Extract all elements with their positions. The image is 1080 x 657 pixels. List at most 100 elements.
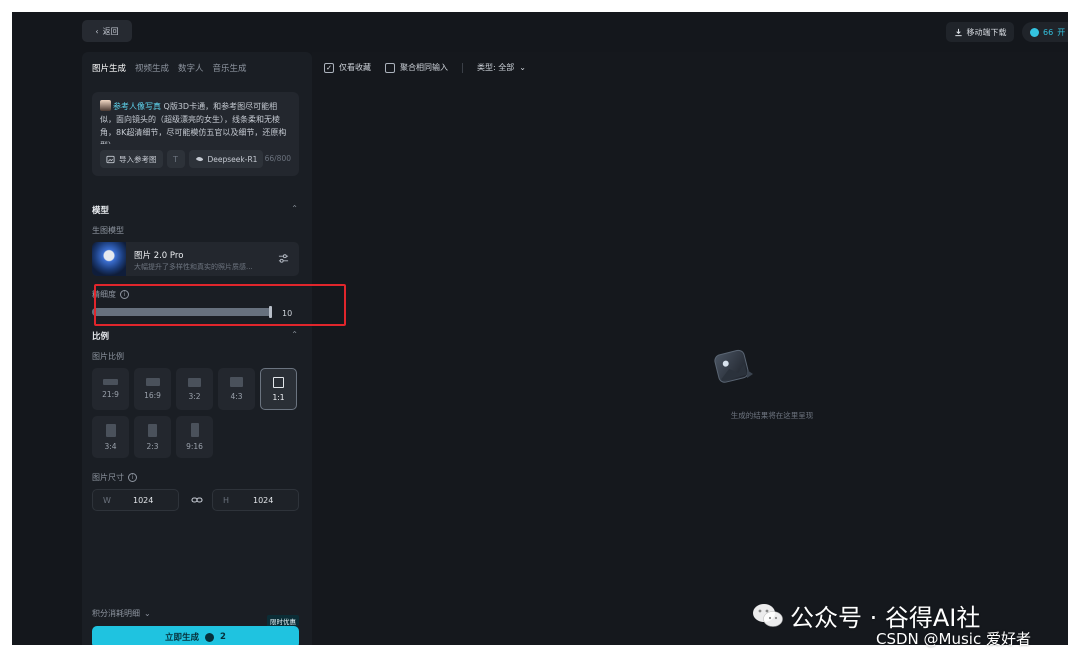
text-tool-icon: T: [173, 154, 178, 164]
model-section-title: 模型: [92, 206, 110, 216]
char-count: 66/800: [264, 154, 291, 163]
ratio-label: 16:9: [144, 391, 161, 400]
tab-image-generation[interactable]: 图片生成: [92, 62, 126, 74]
chevron-down-icon: ⌄: [519, 63, 526, 72]
points-value: 66: [1043, 27, 1054, 37]
model-description: 大幅提升了多样性和真实的照片质感...: [134, 263, 253, 271]
ratio-label: 9:16: [186, 442, 203, 451]
image-import-icon: [106, 155, 115, 163]
tab-video-generation[interactable]: 视频生成: [135, 62, 169, 74]
top-bar: ‹ 返回 移动端下载 66 开: [12, 12, 1068, 52]
prompt-toolbar: 导入参考图 T Deepseek-R1: [100, 150, 264, 168]
whale-icon: [195, 156, 203, 162]
reference-tag[interactable]: 参考人像写真: [113, 102, 161, 111]
ratio-4-3-icon: [230, 377, 243, 387]
merge-inputs-filter[interactable]: 聚合相同输入: [385, 62, 448, 73]
ratio-label: 1:1: [272, 392, 285, 402]
import-reference-button[interactable]: 导入参考图: [100, 150, 163, 168]
download-icon: [954, 28, 962, 36]
points-badge[interactable]: 66 开: [1022, 22, 1068, 42]
generate-label: 立即生成: [165, 633, 200, 643]
model-thumbnail: [92, 242, 126, 276]
generate-cost: 2: [220, 632, 226, 642]
import-reference-label: 导入参考图: [119, 154, 157, 164]
favorites-label: 仅看收藏: [339, 63, 371, 72]
ratio-sub-label: 图片比例: [92, 352, 124, 361]
deepseek-label: Deepseek-R1: [207, 154, 258, 164]
text-format-button[interactable]: T: [166, 150, 185, 168]
favorites-checkbox-icon[interactable]: ✓: [324, 62, 334, 73]
ratio-option-9-16[interactable]: 9:16: [176, 416, 213, 458]
tab-digital-human[interactable]: 数字人: [178, 62, 204, 74]
ratio-3-2-icon: [188, 377, 201, 387]
height-prefix: H: [223, 495, 230, 505]
cost-label: 积分消耗明细: [92, 609, 140, 618]
mode-tabs: 图片生成 视频生成 数字人 音乐生成: [92, 62, 247, 74]
ratio-section-title: 比例: [92, 332, 110, 342]
ratio-9-16-icon: [190, 423, 199, 437]
width-value: 1024: [133, 495, 154, 505]
ratio-option-4-3[interactable]: 4:3: [218, 368, 255, 410]
favorites-only-filter[interactable]: ✓ 仅看收藏: [324, 62, 371, 73]
csdn-watermark: CSDN @Music 爱好者: [876, 630, 1031, 648]
reference-avatar: [100, 100, 111, 111]
points-suffix: 开: [1057, 27, 1066, 37]
precision-highlight-box: [94, 284, 346, 326]
ratio-label: 4:3: [230, 392, 243, 401]
ratio-option-2-3[interactable]: 2:3: [134, 416, 171, 458]
empty-state-text: 生成的结果将在这里呈现: [730, 411, 814, 420]
cost-details-toggle[interactable]: 积分消耗明细 ⌄: [92, 608, 151, 619]
ratio-label: 3:2: [188, 391, 201, 401]
ratio-option-1-1[interactable]: 1:1: [260, 368, 297, 410]
ratio-1-1-icon: [273, 376, 284, 388]
download-label: 移动端下载: [966, 27, 1007, 37]
empty-image-icon: [714, 349, 753, 383]
credits-coin-icon: [205, 632, 215, 642]
wechat-icon: [753, 603, 783, 627]
size-label-row: 图片尺寸 i: [92, 472, 137, 483]
ratio-2-3-icon: [148, 423, 157, 437]
ratio-option-21-9[interactable]: 21:9: [92, 368, 129, 410]
ratio-16-9-icon: [145, 378, 160, 386]
deepseek-button[interactable]: Deepseek-R1: [188, 150, 264, 168]
height-field[interactable]: H 1024: [212, 489, 299, 511]
merge-label: 聚合相同输入: [400, 63, 448, 72]
ratio-option-3-2[interactable]: 3:2: [176, 368, 213, 410]
ratio-label: 21:9: [102, 390, 119, 399]
model-name: 图片 2.0 Pro: [134, 251, 184, 261]
tab-music-generation[interactable]: 音乐生成: [213, 62, 247, 74]
ratio-label: 2:3: [146, 441, 159, 451]
size-info-icon[interactable]: i: [128, 473, 137, 482]
size-label: 图片尺寸: [92, 473, 124, 482]
prompt-input[interactable]: 参考人像写真 Q版3D卡通，和参考图尽可能相似，面向镜头的（超级漂亮的女生），线…: [92, 92, 299, 176]
ratio-option-16-9[interactable]: 16:9: [134, 368, 171, 410]
type-label: 类型: 全部: [477, 63, 515, 72]
filter-divider: [462, 62, 463, 73]
width-field[interactable]: W 1024: [92, 489, 179, 511]
generation-panel: 图片生成 视频生成 数字人 音乐生成 参考人像写真 Q版3D卡通，和参考图尽可能…: [82, 52, 312, 645]
chevron-down-icon: ⌄: [144, 609, 151, 618]
type-dropdown[interactable]: 类型: 全部 ⌄: [477, 62, 526, 73]
model-sub-label: 生图模型: [92, 226, 124, 235]
merge-checkbox-icon[interactable]: [385, 62, 395, 73]
generate-button[interactable]: 立即生成 2: [92, 626, 299, 645]
results-area: ✓ 仅看收藏 聚合相同输入 类型: 全部 ⌄ 生成的结果将在这里呈现: [312, 52, 1068, 645]
ratio-collapse-icon[interactable]: ⌃: [291, 330, 298, 339]
height-value: 1024: [253, 495, 274, 505]
promo-badge: 限时优惠: [267, 615, 299, 626]
back-button[interactable]: ‹ 返回: [82, 20, 132, 42]
app-window: ‹ 返回 移动端下载 66 开 图片生成 视频生成 数字人 音乐生成 参考人像写…: [12, 12, 1068, 645]
adjust-settings-icon[interactable]: [278, 253, 289, 264]
model-collapse-icon[interactable]: ⌃: [291, 204, 298, 213]
ratio-label: 3:4: [104, 441, 117, 451]
width-prefix: W: [103, 495, 111, 505]
back-label: 返回: [102, 26, 119, 36]
model-selector[interactable]: 图片 2.0 Pro 大幅提升了多样性和真实的照片质感...: [92, 242, 299, 276]
ratio-21-9-icon: [103, 379, 118, 385]
ratio-option-3-4[interactable]: 3:4: [92, 416, 129, 458]
chevron-left-icon: ‹: [95, 26, 99, 36]
link-aspect-icon[interactable]: [191, 494, 203, 506]
mobile-download-button[interactable]: 移动端下载: [946, 22, 1014, 42]
ratio-3-4-icon: [105, 423, 116, 437]
prompt-text[interactable]: 参考人像写真 Q版3D卡通，和参考图尽可能相似，面向镜头的（超级漂亮的女生），线…: [100, 100, 291, 144]
